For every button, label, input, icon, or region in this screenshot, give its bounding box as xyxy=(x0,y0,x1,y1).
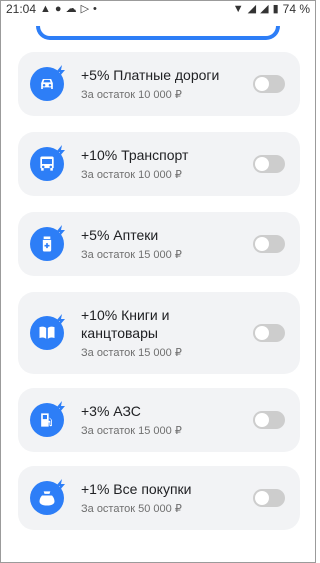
book-icon xyxy=(30,314,65,350)
signal-icon: ◢ xyxy=(247,2,257,15)
category-toggle[interactable] xyxy=(253,75,285,93)
pharmacy-icon xyxy=(30,225,65,261)
chat-icon: ● xyxy=(54,2,62,15)
category-subtitle: За остаток 15 000 ₽ xyxy=(81,249,182,261)
fuel-pump-icon xyxy=(30,401,65,437)
shopping-bag-icon xyxy=(30,479,65,515)
wifi-icon: ▼ xyxy=(232,2,244,15)
top-rounded-bar xyxy=(36,26,280,40)
category-toggle[interactable] xyxy=(253,324,285,342)
category-subtitle: За остаток 15 000 ₽ xyxy=(81,425,182,437)
category-toggle[interactable] xyxy=(253,155,285,173)
category-title: +5% Аптеки xyxy=(81,227,159,243)
category-toggle[interactable] xyxy=(253,411,285,429)
category-title: +10% Книги и канцтовары xyxy=(81,307,170,341)
category-title: +5% Платные дороги xyxy=(81,67,220,83)
category-title: +1% Все покупки xyxy=(81,481,192,497)
category-card-gas-stations[interactable]: +3% АЗС За остаток 15 000 ₽ xyxy=(18,388,300,452)
status-right: ▼ ◢ ◢ ▮ 74 % xyxy=(233,2,310,16)
cloud-icon: ☁ xyxy=(65,2,77,15)
status-time: 21:04 xyxy=(6,2,37,16)
category-title: +3% АЗС xyxy=(81,403,141,419)
signal-4g-icon: ◢ xyxy=(260,2,269,15)
warning-icon: ▲ xyxy=(40,2,51,15)
category-toggle[interactable] xyxy=(253,235,285,253)
bus-icon xyxy=(30,145,65,181)
category-subtitle: За остаток 15 000 ₽ xyxy=(81,347,182,359)
battery-level: 74 % xyxy=(282,2,310,16)
category-subtitle: За остаток 50 000 ₽ xyxy=(81,503,182,515)
notification-dot-icon: • xyxy=(93,2,97,15)
category-card-books[interactable]: +10% Книги и канцтовары За остаток 15 00… xyxy=(18,292,300,374)
category-card-all-purchases[interactable]: +1% Все покупки За остаток 50 000 ₽ xyxy=(18,466,300,530)
category-subtitle: За остаток 10 000 ₽ xyxy=(81,89,182,101)
category-card-pharmacies[interactable]: +5% Аптеки За остаток 15 000 ₽ xyxy=(18,212,300,276)
play-store-icon: ▷ xyxy=(80,2,90,15)
status-left: 21:04 ▲ ● ☁ ▷ • xyxy=(6,2,97,16)
category-card-toll-roads[interactable]: +5% Платные дороги За остаток 10 000 ₽ xyxy=(18,52,300,116)
status-bar: 21:04 ▲ ● ☁ ▷ • ▼ ◢ ◢ ▮ 74 % xyxy=(0,0,316,18)
category-toggle[interactable] xyxy=(253,489,285,507)
battery-icon: ▮ xyxy=(272,2,279,15)
category-title: +10% Транспорт xyxy=(81,147,189,163)
category-card-transport[interactable]: +10% Транспорт За остаток 10 000 ₽ xyxy=(18,132,300,196)
car-icon xyxy=(30,65,65,101)
category-subtitle: За остаток 10 000 ₽ xyxy=(81,169,182,181)
